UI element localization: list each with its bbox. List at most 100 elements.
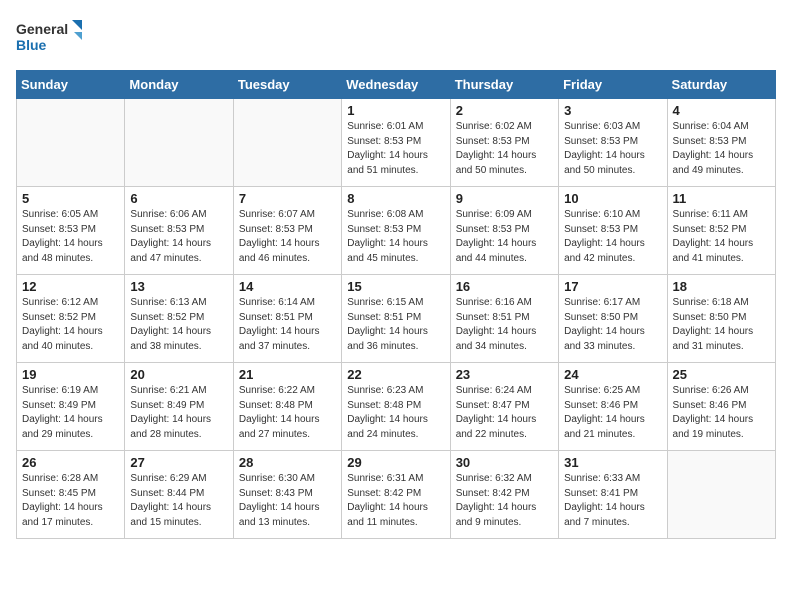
day-info: Sunrise: 6:25 AM Sunset: 8:46 PM Dayligh…	[564, 384, 661, 442]
day-info: Sunrise: 6:07 AM Sunset: 8:53 PM Dayligh…	[239, 208, 336, 266]
day-info: Sunrise: 6:17 AM Sunset: 8:50 PM Dayligh…	[564, 296, 661, 354]
calendar-cell	[667, 451, 775, 539]
day-info: Sunrise: 6:31 AM Sunset: 8:42 PM Dayligh…	[347, 472, 444, 530]
day-info: Sunrise: 6:11 AM Sunset: 8:52 PM Dayligh…	[673, 208, 770, 266]
day-number: 5	[22, 191, 119, 206]
weekday-header-row: SundayMondayTuesdayWednesdayThursdayFrid…	[17, 71, 776, 99]
day-info: Sunrise: 6:22 AM Sunset: 8:48 PM Dayligh…	[239, 384, 336, 442]
calendar-week-row: 1 Sunrise: 6:01 AM Sunset: 8:53 PM Daylig…	[17, 99, 776, 187]
calendar-cell: 8Sunrise: 6:08 AM Sunset: 8:53 PM Daylig…	[342, 187, 450, 275]
page-header: General Blue	[16, 16, 776, 60]
svg-text:General: General	[16, 21, 68, 37]
day-number: 7	[239, 191, 336, 206]
day-info: Sunrise: 6:23 AM Sunset: 8:48 PM Dayligh…	[347, 384, 444, 442]
day-number: 4	[673, 103, 770, 118]
calendar-cell: 3 Sunrise: 6:03 AM Sunset: 8:53 PM Daylig…	[559, 99, 667, 187]
day-info: Sunrise: 6:15 AM Sunset: 8:51 PM Dayligh…	[347, 296, 444, 354]
calendar-cell: 25 Sunrise: 6:26 AM Sunset: 8:46 PM Dayli…	[667, 363, 775, 451]
calendar-cell: 17Sunrise: 6:17 AM Sunset: 8:50 PM Dayli…	[559, 275, 667, 363]
calendar-cell: 4 Sunrise: 6:04 AM Sunset: 8:53 PM Daylig…	[667, 99, 775, 187]
weekday-header: Sunday	[17, 71, 125, 99]
day-number: 27	[130, 455, 227, 470]
calendar-cell: 15Sunrise: 6:15 AM Sunset: 8:51 PM Dayli…	[342, 275, 450, 363]
weekday-header: Tuesday	[233, 71, 341, 99]
calendar-cell: 29 Sunrise: 6:31 AM Sunset: 8:42 PM Dayli…	[342, 451, 450, 539]
calendar-cell: 31 Sunrise: 6:33 AM Sunset: 8:41 PM Dayli…	[559, 451, 667, 539]
calendar-cell: 27 Sunrise: 6:29 AM Sunset: 8:44 PM Dayli…	[125, 451, 233, 539]
day-info: Sunrise: 6:30 AM Sunset: 8:43 PM Dayligh…	[239, 472, 336, 530]
day-info: Sunrise: 6:32 AM Sunset: 8:42 PM Dayligh…	[456, 472, 553, 530]
calendar-cell: 1 Sunrise: 6:01 AM Sunset: 8:53 PM Daylig…	[342, 99, 450, 187]
day-info: Sunrise: 6:04 AM Sunset: 8:53 PM Dayligh…	[673, 120, 770, 178]
calendar-cell: 20 Sunrise: 6:21 AM Sunset: 8:49 PM Dayli…	[125, 363, 233, 451]
day-info: Sunrise: 6:16 AM Sunset: 8:51 PM Dayligh…	[456, 296, 553, 354]
day-number: 11	[673, 191, 770, 206]
day-number: 3	[564, 103, 661, 118]
day-info: Sunrise: 6:19 AM Sunset: 8:49 PM Dayligh…	[22, 384, 119, 442]
calendar-cell: 26 Sunrise: 6:28 AM Sunset: 8:45 PM Dayli…	[17, 451, 125, 539]
calendar-week-row: 26 Sunrise: 6:28 AM Sunset: 8:45 PM Dayli…	[17, 451, 776, 539]
calendar-week-row: 5 Sunrise: 6:05 AM Sunset: 8:53 PM Daylig…	[17, 187, 776, 275]
day-number: 2	[456, 103, 553, 118]
day-info: Sunrise: 6:26 AM Sunset: 8:46 PM Dayligh…	[673, 384, 770, 442]
day-info: Sunrise: 6:21 AM Sunset: 8:49 PM Dayligh…	[130, 384, 227, 442]
calendar-cell: 9 Sunrise: 6:09 AM Sunset: 8:53 PM Daylig…	[450, 187, 558, 275]
calendar-week-row: 19 Sunrise: 6:19 AM Sunset: 8:49 PM Dayli…	[17, 363, 776, 451]
day-info: Sunrise: 6:10 AM Sunset: 8:53 PM Dayligh…	[564, 208, 661, 266]
calendar-cell: 5 Sunrise: 6:05 AM Sunset: 8:53 PM Daylig…	[17, 187, 125, 275]
day-number: 10	[564, 191, 661, 206]
day-info: Sunrise: 6:05 AM Sunset: 8:53 PM Dayligh…	[22, 208, 119, 266]
day-info: Sunrise: 6:12 AM Sunset: 8:52 PM Dayligh…	[22, 296, 119, 354]
day-number: 18	[673, 279, 770, 294]
calendar-cell: 11 Sunrise: 6:11 AM Sunset: 8:52 PM Dayli…	[667, 187, 775, 275]
calendar-cell: 22Sunrise: 6:23 AM Sunset: 8:48 PM Dayli…	[342, 363, 450, 451]
day-number: 13	[130, 279, 227, 294]
day-info: Sunrise: 6:24 AM Sunset: 8:47 PM Dayligh…	[456, 384, 553, 442]
day-info: Sunrise: 6:33 AM Sunset: 8:41 PM Dayligh…	[564, 472, 661, 530]
day-number: 19	[22, 367, 119, 382]
logo-svg: General Blue	[16, 16, 86, 60]
day-number: 23	[456, 367, 553, 382]
day-number: 28	[239, 455, 336, 470]
day-info: Sunrise: 6:06 AM Sunset: 8:53 PM Dayligh…	[130, 208, 227, 266]
calendar-cell: 18 Sunrise: 6:18 AM Sunset: 8:50 PM Dayli…	[667, 275, 775, 363]
day-number: 29	[347, 455, 444, 470]
calendar-cell: 2 Sunrise: 6:02 AM Sunset: 8:53 PM Daylig…	[450, 99, 558, 187]
weekday-header: Wednesday	[342, 71, 450, 99]
day-number: 9	[456, 191, 553, 206]
calendar-cell: 10 Sunrise: 6:10 AM Sunset: 8:53 PM Dayli…	[559, 187, 667, 275]
day-info: Sunrise: 6:03 AM Sunset: 8:53 PM Dayligh…	[564, 120, 661, 178]
day-number: 30	[456, 455, 553, 470]
day-info: Sunrise: 6:29 AM Sunset: 8:44 PM Dayligh…	[130, 472, 227, 530]
calendar-table: SundayMondayTuesdayWednesdayThursdayFrid…	[16, 70, 776, 539]
calendar-cell: 13 Sunrise: 6:13 AM Sunset: 8:52 PM Dayli…	[125, 275, 233, 363]
day-info: Sunrise: 6:08 AM Sunset: 8:53 PM Dayligh…	[347, 208, 444, 266]
calendar-week-row: 12Sunrise: 6:12 AM Sunset: 8:52 PM Dayli…	[17, 275, 776, 363]
day-info: Sunrise: 6:18 AM Sunset: 8:50 PM Dayligh…	[673, 296, 770, 354]
day-number: 14	[239, 279, 336, 294]
calendar-cell: 24 Sunrise: 6:25 AM Sunset: 8:46 PM Dayli…	[559, 363, 667, 451]
day-number: 31	[564, 455, 661, 470]
weekday-header: Monday	[125, 71, 233, 99]
calendar-cell: 6Sunrise: 6:06 AM Sunset: 8:53 PM Daylig…	[125, 187, 233, 275]
day-number: 24	[564, 367, 661, 382]
weekday-header: Friday	[559, 71, 667, 99]
calendar-cell: 14 Sunrise: 6:14 AM Sunset: 8:51 PM Dayli…	[233, 275, 341, 363]
day-number: 20	[130, 367, 227, 382]
day-info: Sunrise: 6:28 AM Sunset: 8:45 PM Dayligh…	[22, 472, 119, 530]
day-number: 25	[673, 367, 770, 382]
day-number: 26	[22, 455, 119, 470]
day-info: Sunrise: 6:13 AM Sunset: 8:52 PM Dayligh…	[130, 296, 227, 354]
day-info: Sunrise: 6:09 AM Sunset: 8:53 PM Dayligh…	[456, 208, 553, 266]
calendar-cell: 19 Sunrise: 6:19 AM Sunset: 8:49 PM Dayli…	[17, 363, 125, 451]
day-info: Sunrise: 6:14 AM Sunset: 8:51 PM Dayligh…	[239, 296, 336, 354]
calendar-cell: 12Sunrise: 6:12 AM Sunset: 8:52 PM Dayli…	[17, 275, 125, 363]
calendar-cell: 30 Sunrise: 6:32 AM Sunset: 8:42 PM Dayli…	[450, 451, 558, 539]
day-number: 1	[347, 103, 444, 118]
day-info: Sunrise: 6:02 AM Sunset: 8:53 PM Dayligh…	[456, 120, 553, 178]
day-info: Sunrise: 6:01 AM Sunset: 8:53 PM Dayligh…	[347, 120, 444, 178]
logo: General Blue	[16, 16, 86, 60]
calendar-cell	[125, 99, 233, 187]
calendar-cell	[233, 99, 341, 187]
weekday-header: Thursday	[450, 71, 558, 99]
